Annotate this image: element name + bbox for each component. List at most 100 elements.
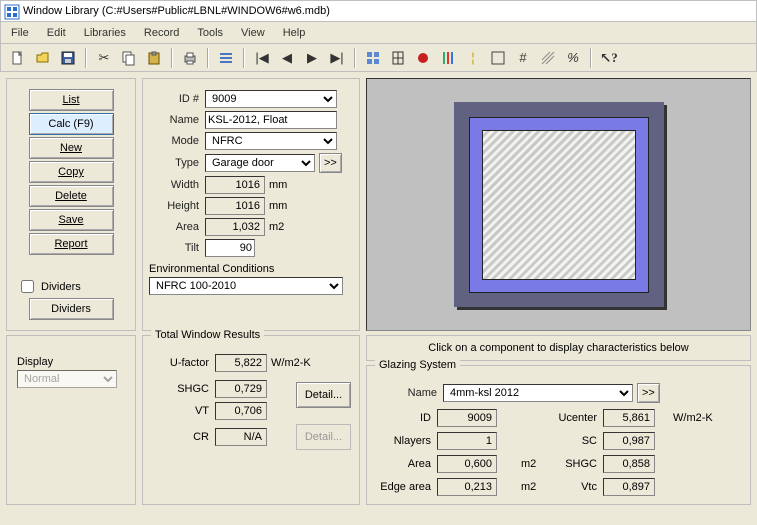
width-value: 1016 xyxy=(205,176,265,194)
window-lib-icon[interactable] xyxy=(387,47,409,69)
window-preview[interactable] xyxy=(366,78,751,331)
gz-ucenter-unit: W/m2-K xyxy=(669,412,719,424)
vt-label: VT xyxy=(151,405,209,417)
stripes-icon[interactable] xyxy=(537,47,559,69)
env-label: Environmental Conditions xyxy=(149,263,353,275)
gz-nlayers-label: Nlayers xyxy=(375,435,437,447)
env-select[interactable]: NFRC 100-2010 xyxy=(149,277,343,295)
list-view-icon[interactable] xyxy=(215,47,237,69)
type-more-button[interactable]: >> xyxy=(319,153,342,173)
first-record-icon[interactable]: |◀ xyxy=(251,47,273,69)
component-hint: Click on a component to display characte… xyxy=(366,335,751,361)
action-sidebar: List Calc (F9) New Copy Delete Save Repo… xyxy=(6,78,136,331)
gz-sc-label: SC xyxy=(541,435,603,447)
app-icon xyxy=(4,4,18,18)
height-value: 1016 xyxy=(205,197,265,215)
hash-icon[interactable]: # xyxy=(512,47,534,69)
new-button[interactable]: New xyxy=(29,137,114,159)
dividers-checkbox-label: Dividers xyxy=(41,281,81,293)
gz-edge-label: Edge area xyxy=(375,481,437,493)
cut-icon[interactable]: ✂ xyxy=(93,47,115,69)
shgc-label: SHGC xyxy=(151,383,209,395)
copy-button[interactable]: Copy xyxy=(29,161,114,183)
area-label: Area xyxy=(149,221,199,233)
gz-shgc-label: SHGC xyxy=(541,458,603,470)
mode-select[interactable]: NFRC xyxy=(205,132,337,150)
width-unit: mm xyxy=(269,179,287,191)
percent-icon[interactable]: % xyxy=(562,47,584,69)
delete-button[interactable]: Delete xyxy=(29,185,114,207)
gz-name-label: Name xyxy=(375,387,437,399)
name-input[interactable] xyxy=(205,111,337,129)
save-button[interactable]: Save xyxy=(29,209,114,231)
paste-icon[interactable] xyxy=(143,47,165,69)
id-select[interactable]: 9009 xyxy=(205,90,337,108)
display-select: Normal xyxy=(17,370,117,388)
dividers-button[interactable]: Dividers xyxy=(29,298,114,320)
detail-button[interactable]: Detail... xyxy=(296,382,351,408)
gz-id-label: ID xyxy=(375,412,437,424)
menu-help[interactable]: Help xyxy=(283,27,306,39)
gz-sc-value: 0,987 xyxy=(603,432,655,450)
bars-icon[interactable] xyxy=(437,47,459,69)
frame-icon[interactable] xyxy=(487,47,509,69)
title-bar: Window Library (C:#Users#Public#LBNL#WIN… xyxy=(0,0,757,22)
next-record-icon[interactable]: ▶ xyxy=(301,47,323,69)
u-factor-unit: W/m2-K xyxy=(271,357,311,369)
preview-frame xyxy=(469,117,649,293)
display-panel: Display Normal xyxy=(6,335,136,505)
menu-libraries[interactable]: Libraries xyxy=(84,27,126,39)
total-results-title: Total Window Results xyxy=(151,329,264,341)
gz-shgc-value: 0,858 xyxy=(603,455,655,473)
name-label: Name xyxy=(149,114,199,126)
preview-outer-frame xyxy=(454,102,664,307)
gz-area-unit: m2 xyxy=(517,458,541,470)
shgc-value: 0,729 xyxy=(215,380,267,398)
menu-tools[interactable]: Tools xyxy=(197,27,223,39)
print-icon[interactable] xyxy=(179,47,201,69)
prev-record-icon[interactable]: ◀ xyxy=(276,47,298,69)
menu-bar: File Edit Libraries Record Tools View He… xyxy=(0,22,757,44)
open-icon[interactable] xyxy=(32,47,54,69)
gz-more-button[interactable]: >> xyxy=(637,383,660,403)
menu-file[interactable]: File xyxy=(11,27,29,39)
save-icon[interactable] xyxy=(57,47,79,69)
menu-view[interactable]: View xyxy=(241,27,265,39)
last-record-icon[interactable]: ▶| xyxy=(326,47,348,69)
vt-value: 0,706 xyxy=(215,402,267,420)
tilt-label: Tilt xyxy=(149,242,199,254)
u-factor-label: U-factor xyxy=(151,357,209,369)
gz-name-select[interactable]: 4mm-ksl 2012 xyxy=(443,384,633,402)
menu-record[interactable]: Record xyxy=(144,27,179,39)
window-title: Window Library (C:#Users#Public#LBNL#WIN… xyxy=(23,5,330,17)
detail-button-disabled: Detail... xyxy=(296,424,351,450)
menu-edit[interactable]: Edit xyxy=(47,27,66,39)
display-label: Display xyxy=(17,356,125,368)
type-select[interactable]: Garage door xyxy=(205,154,315,172)
calc-button[interactable]: Calc (F9) xyxy=(29,113,114,135)
list-button[interactable]: List xyxy=(29,89,114,111)
temp-icon[interactable]: ¦ xyxy=(462,47,484,69)
new-file-icon[interactable] xyxy=(7,47,29,69)
copy-icon[interactable] xyxy=(118,47,140,69)
tilt-input[interactable] xyxy=(205,239,255,257)
height-unit: mm xyxy=(269,200,287,212)
record-dot-icon[interactable] xyxy=(412,47,434,69)
grid-icon[interactable] xyxy=(362,47,384,69)
toolbar: ✂ |◀ ◀ ▶ ▶| ¦ # % ↖? xyxy=(0,44,757,72)
report-button[interactable]: Report xyxy=(29,233,114,255)
gz-area-label: Area xyxy=(375,458,437,470)
gz-vtc-label: Vtc xyxy=(541,481,603,493)
area-unit: m2 xyxy=(269,221,284,233)
whatsthis-icon[interactable]: ↖? xyxy=(598,47,620,69)
mode-label: Mode xyxy=(149,135,199,147)
preview-glass xyxy=(482,130,636,280)
gz-nlayers-value: 1 xyxy=(437,432,497,450)
gz-edge-value: 0,213 xyxy=(437,478,497,496)
id-label: ID # xyxy=(149,93,199,105)
properties-panel: ID # 9009 Name Mode NFRC Type Garage doo… xyxy=(142,78,360,331)
gz-ucenter-value: 5,861 xyxy=(603,409,655,427)
dividers-checkbox[interactable]: Dividers xyxy=(17,277,125,296)
width-label: Width xyxy=(149,179,199,191)
gz-area-value: 0,600 xyxy=(437,455,497,473)
